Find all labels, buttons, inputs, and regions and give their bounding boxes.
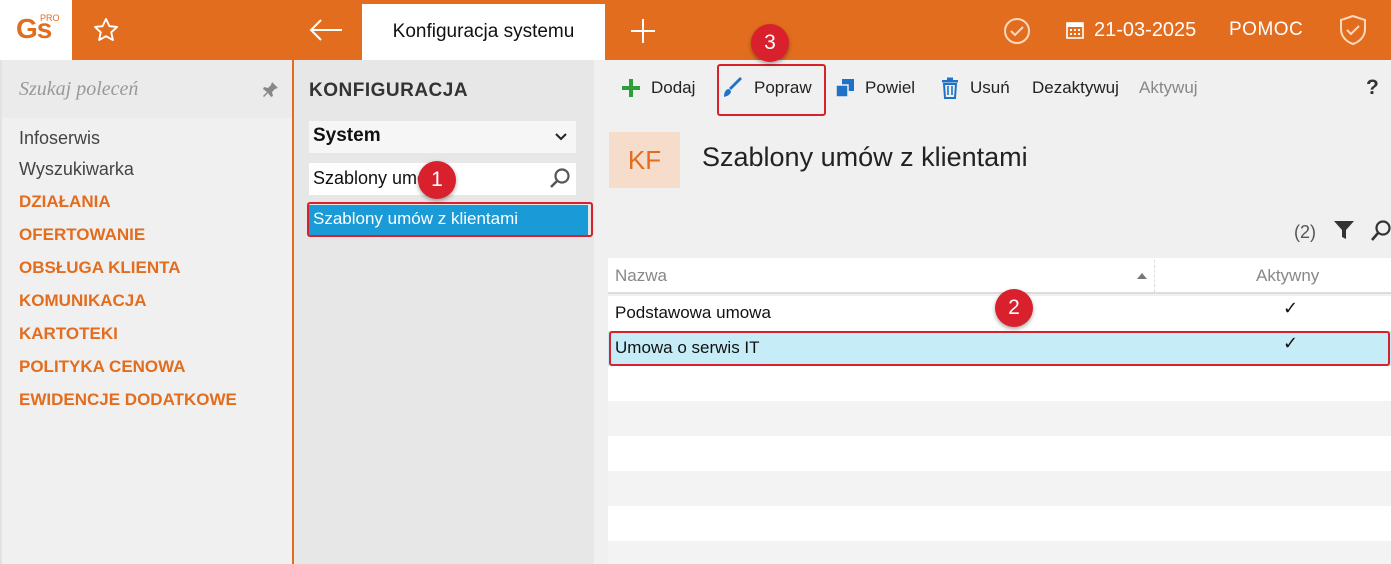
delete-button[interactable]: Usuń: [940, 76, 1010, 100]
add-button-label: Dodaj: [651, 78, 696, 97]
chevron-down-icon: [555, 133, 567, 141]
add-button[interactable]: Dodaj: [621, 76, 695, 100]
sidebar-link-infoserwis[interactable]: Infoserwis: [19, 128, 100, 149]
tasks-check-icon[interactable]: [1002, 16, 1032, 46]
plus-icon: [622, 79, 640, 97]
copy-icon: [835, 79, 854, 98]
config-panel: KONFIGURACJA System Szablony umów z Szab…: [294, 60, 594, 564]
current-date[interactable]: 21-03-2025: [1094, 19, 1196, 42]
sidebar-category-obsluga-klienta[interactable]: OBSŁUGA KLIENTA: [19, 258, 181, 278]
duplicate-button-label: Powiel: [865, 78, 916, 97]
highlight-box-3: [717, 64, 826, 116]
activate-button[interactable]: Aktywuj: [1139, 76, 1198, 100]
search-icon[interactable]: [1369, 219, 1391, 243]
sidebar-category-polityka-cenowa[interactable]: POLITYKA CENOWA: [19, 357, 186, 377]
pin-icon[interactable]: [260, 80, 280, 100]
new-tab-plus-icon[interactable]: [628, 16, 658, 46]
empty-row: [608, 471, 1391, 506]
filter-icon[interactable]: [1333, 219, 1355, 241]
view-badge: KF: [609, 132, 680, 188]
column-header-name[interactable]: Nazwa: [615, 266, 667, 286]
sidebar-category-dzialania[interactable]: DZIAŁANIA: [19, 192, 111, 212]
sidebar-category-kartoteki[interactable]: KARTOTEKI: [19, 324, 118, 344]
trash-icon: [942, 77, 958, 99]
table-header: Nazwa Aktywny: [608, 258, 1391, 294]
config-panel-title: KONFIGURACJA: [309, 80, 469, 101]
search-icon[interactable]: [548, 166, 572, 190]
duplicate-button[interactable]: Powiel: [835, 76, 915, 100]
page-title: Szablony umów z klientami: [702, 142, 1028, 172]
sidebar-link-wyszukiwarka[interactable]: Wyszukiwarka: [19, 159, 134, 180]
delete-button-label: Usuń: [970, 78, 1010, 97]
empty-row: [608, 401, 1391, 436]
command-sidebar: Szukaj poleceń Infoserwis Wyszukiwarka D…: [0, 60, 292, 564]
favorites-star-icon[interactable]: [92, 16, 120, 44]
top-bar: Gs PRO Konfiguracja systemu 21-03-2025 P…: [0, 0, 1391, 60]
app-logo[interactable]: Gs PRO: [0, 0, 72, 60]
empty-row: [608, 506, 1391, 541]
config-group-value: System: [313, 125, 381, 146]
calendar-icon: [1066, 22, 1084, 39]
logo-pro-label: PRO: [40, 13, 60, 23]
record-count: (2): [1294, 222, 1316, 242]
step-callout-3: 3: [751, 24, 789, 62]
command-search[interactable]: Szukaj poleceń: [2, 60, 292, 118]
sidebar-category-ofertowanie[interactable]: OFERTOWANIE: [19, 225, 145, 245]
highlight-box-1: [307, 202, 593, 237]
sidebar-category-komunikacja[interactable]: KOMUNIKACJA: [19, 291, 147, 311]
sidebar-category-ewidencje-dodatkowe[interactable]: EWIDENCJE DODATKOWE: [19, 390, 237, 410]
help-menu[interactable]: POMOC: [1229, 19, 1303, 41]
sort-ascending-icon[interactable]: [1136, 272, 1148, 280]
cell-active-check: ✓: [1283, 298, 1299, 318]
step-callout-1: 1: [418, 161, 456, 199]
empty-row: [608, 541, 1391, 564]
config-group-select[interactable]: System: [309, 121, 576, 153]
empty-row: [608, 366, 1391, 401]
toolbar: Dodaj Popraw Powiel Usuń Dezaktywuj Akty…: [594, 60, 1391, 117]
shield-icon[interactable]: [1338, 14, 1368, 46]
highlight-box-2: [609, 331, 1390, 366]
command-search-placeholder[interactable]: Szukaj poleceń: [19, 78, 138, 101]
help-button[interactable]: ?: [1366, 76, 1379, 100]
back-arrow-icon[interactable]: [306, 16, 346, 44]
tab-konfiguracja-systemu[interactable]: Konfiguracja systemu: [362, 4, 605, 60]
step-callout-2: 2: [995, 289, 1033, 327]
cell-name: Podstawowa umowa: [615, 303, 771, 322]
empty-row: [608, 436, 1391, 471]
deactivate-button[interactable]: Dezaktywuj: [1032, 76, 1119, 100]
column-separator[interactable]: [1154, 260, 1155, 292]
column-header-active[interactable]: Aktywny: [1256, 266, 1319, 286]
